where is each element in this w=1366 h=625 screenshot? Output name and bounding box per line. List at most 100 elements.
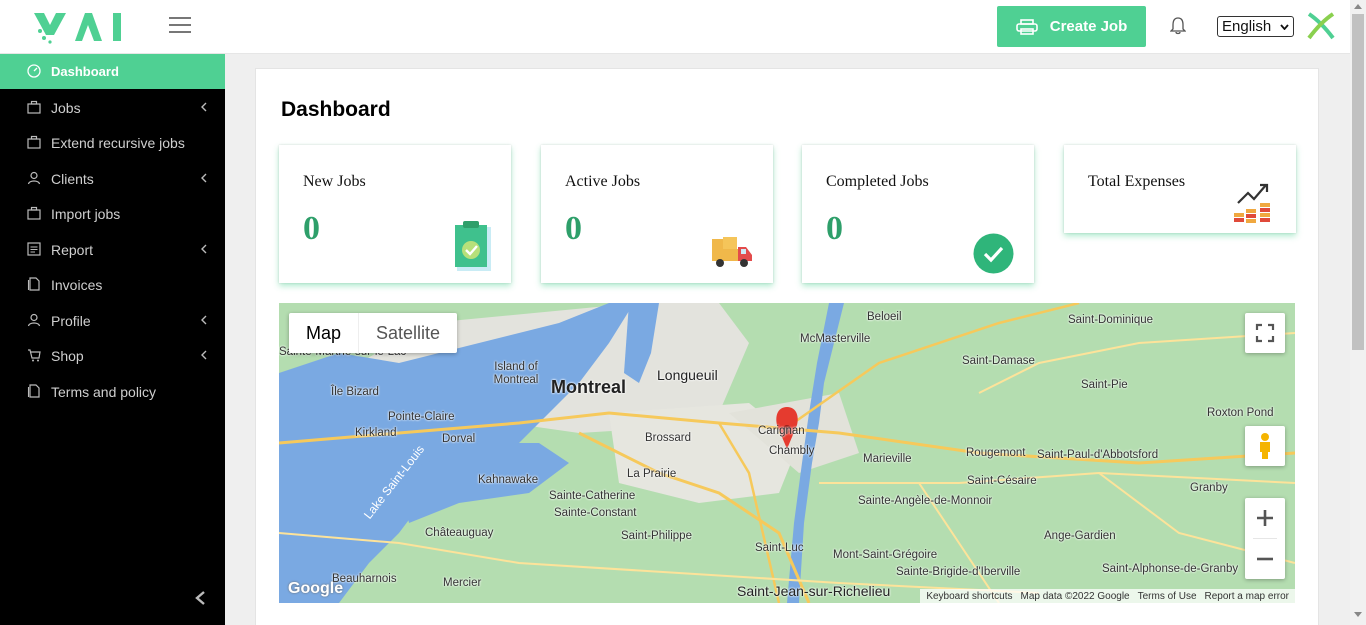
map-label: Mercier	[443, 577, 482, 589]
page-scrollbar[interactable]	[1350, 0, 1366, 625]
growth-chart-icon	[1234, 183, 1270, 223]
sidebar-item-label: Profile	[51, 312, 91, 329]
sidebar-item-extend-recursive-jobs[interactable]: Extend recursive jobs	[0, 125, 225, 160]
user-icon	[27, 313, 41, 327]
keyboard-shortcuts-link[interactable]: Keyboard shortcuts	[926, 591, 1012, 602]
map-label: Pointe-Claire	[388, 411, 455, 423]
map-label: Saint-Alphonse-de-Granby	[1102, 563, 1239, 575]
notification-bell-icon[interactable]	[1170, 17, 1186, 35]
menu-toggle-icon[interactable]	[169, 17, 191, 35]
sidebar: Dashboard Jobs Extend recursive jobs Cli…	[0, 54, 225, 625]
stat-title: New Jobs	[303, 173, 366, 190]
sidebar-item-report[interactable]: Report	[0, 232, 225, 267]
scroll-down-arrow-icon[interactable]	[1354, 612, 1362, 617]
map-label: Saint-Jean-sur-Richelieu	[737, 583, 891, 599]
map-label: Saint-Paul-d'Abbotsford	[1037, 449, 1159, 461]
map-label: Île Bizard	[331, 386, 379, 398]
map-label: Carignan	[758, 425, 805, 437]
stat-card-active-jobs[interactable]: Active Jobs 0	[541, 145, 773, 283]
chevron-left-icon	[201, 102, 207, 112]
map-data-text: Map data ©2022 Google	[1020, 590, 1130, 602]
map-view[interactable]: Montreal Longueuil Beloeil McMasterville…	[279, 303, 1295, 603]
briefcase-icon	[27, 206, 41, 220]
map-label: Island of Montreal	[493, 361, 539, 386]
stat-title: Total Expenses	[1088, 173, 1186, 190]
briefcase-icon	[27, 135, 41, 149]
invoice-icon	[27, 277, 40, 291]
map-label: Saint-Césaire	[967, 475, 1037, 487]
zoom-in-button[interactable]	[1245, 498, 1285, 538]
fullscreen-button[interactable]	[1245, 313, 1285, 353]
map-label: Dorval	[442, 433, 476, 445]
chevron-down-icon	[1280, 23, 1289, 30]
map-type-control: Map Satellite	[289, 313, 458, 353]
sidebar-item-label: Clients	[51, 170, 94, 187]
app-logo[interactable]	[30, 9, 125, 45]
stat-card-total-expenses[interactable]: Total Expenses	[1064, 145, 1296, 233]
map-label: La Prairie	[627, 468, 677, 480]
zoom-out-button[interactable]	[1245, 539, 1285, 579]
terms-of-use-link[interactable]: Terms of Use	[1138, 591, 1197, 602]
map-label: Saint-Dominique	[1068, 314, 1154, 326]
sidebar-item-dashboard[interactable]: Dashboard	[0, 54, 225, 89]
language-select-value: English	[1222, 18, 1272, 35]
stat-card-new-jobs[interactable]: New Jobs 0	[279, 145, 511, 283]
chevron-left-icon	[201, 315, 207, 325]
map-label: Roxton Pond	[1207, 407, 1274, 419]
create-job-label: Create Job	[1049, 18, 1128, 35]
sidebar-item-label: Extend recursive jobs	[51, 134, 185, 151]
briefcase-icon	[27, 100, 41, 114]
report-map-error-link[interactable]: Report a map error	[1205, 591, 1289, 602]
brand-x-icon[interactable]	[1307, 12, 1335, 40]
pegman-icon	[1260, 433, 1270, 459]
stat-value: 0	[565, 210, 582, 247]
sidebar-item-label: Import jobs	[51, 205, 121, 222]
map-type-satellite-button[interactable]: Satellite	[358, 313, 457, 353]
map-label: Saint-Luc	[755, 542, 804, 554]
shopping-cart-icon	[28, 349, 41, 362]
scrollbar-thumb[interactable]	[1352, 14, 1364, 350]
sidebar-item-profile[interactable]: Profile	[0, 303, 225, 338]
sidebar-item-label: Dashboard	[51, 64, 119, 79]
map-label: Longueuil	[657, 367, 718, 383]
scroll-up-arrow-icon[interactable]	[1354, 4, 1362, 9]
map-label: Rougemont	[966, 447, 1026, 459]
dashboard-gauge-icon	[27, 64, 41, 78]
map-label: Saint-Pie	[1081, 379, 1128, 391]
stat-title: Active Jobs	[565, 173, 641, 190]
map-type-map-button[interactable]: Map	[289, 313, 358, 353]
language-select[interactable]: English	[1217, 16, 1294, 37]
street-view-pegman[interactable]	[1245, 426, 1285, 466]
sidebar-item-label: Jobs	[51, 99, 81, 116]
delivery-truck-icon	[712, 237, 752, 267]
report-icon	[27, 242, 41, 256]
map-label: Brossard	[645, 432, 692, 444]
map-label: Kirkland	[355, 427, 397, 439]
map-label: Marieville	[863, 453, 912, 465]
map-label: McMasterville	[800, 333, 871, 345]
stat-value: 0	[826, 210, 843, 247]
chevron-left-icon	[201, 350, 207, 360]
sidebar-item-label: Report	[51, 241, 94, 258]
sidebar-item-jobs[interactable]: Jobs	[0, 90, 225, 125]
chevron-left-icon	[201, 173, 207, 183]
sidebar-item-invoices[interactable]: Invoices	[0, 267, 225, 302]
clipboard-check-icon	[455, 221, 491, 271]
stat-value: 0	[303, 210, 320, 247]
user-icon	[27, 171, 41, 185]
google-logo[interactable]: Google	[288, 580, 343, 598]
sidebar-item-label: Shop	[51, 347, 84, 364]
map-label: Ange-Gardien	[1044, 530, 1116, 542]
map-label: Beloeil	[867, 311, 902, 323]
map-label: Sainte-Angèle-de-Monnoir	[858, 495, 993, 507]
sidebar-item-shop[interactable]: Shop	[0, 338, 225, 373]
sidebar-item-label: Invoices	[51, 276, 103, 293]
sidebar-item-clients[interactable]: Clients	[0, 161, 225, 196]
sidebar-item-terms-and-policy[interactable]: Terms and policy	[0, 374, 225, 409]
sidebar-item-import-jobs[interactable]: Import jobs	[0, 196, 225, 231]
map-label: Chambly	[769, 445, 815, 457]
collapse-sidebar-icon[interactable]	[193, 590, 207, 606]
map-label: Saint-Damase	[962, 355, 1035, 367]
create-job-button[interactable]: Create Job	[997, 6, 1146, 47]
stat-card-completed-jobs[interactable]: Completed Jobs 0	[802, 145, 1034, 283]
